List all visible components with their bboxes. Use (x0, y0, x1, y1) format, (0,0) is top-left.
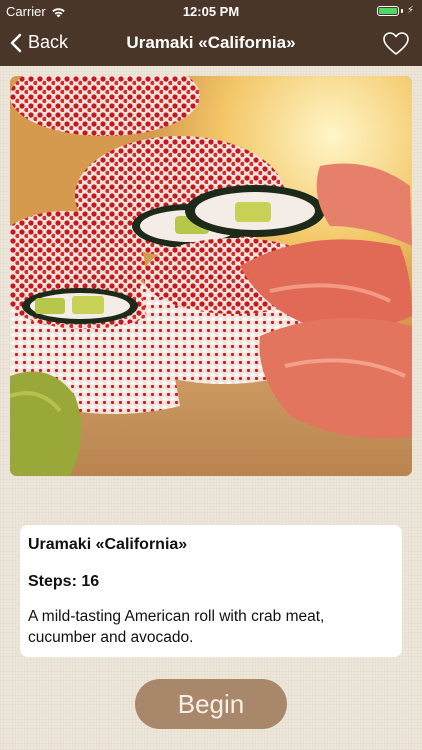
sushi-photo-illustration (10, 76, 412, 476)
charging-icon: ⚡ (406, 5, 414, 16)
recipe-photo (10, 76, 412, 476)
steps-count: Steps: 16 (28, 573, 100, 590)
begin-button[interactable]: Begin (135, 679, 287, 729)
battery-level (378, 7, 397, 14)
status-bar: Carrier 12:05 PM ⚡ (0, 0, 422, 22)
battery-icon: ⚡ (376, 5, 414, 16)
navigation-bar: Back Uramaki «California» (0, 22, 422, 66)
recipe-info-card: Uramaki «California» Steps: 16 A mild-ta… (20, 525, 402, 657)
status-time: 12:05 PM (182, 4, 240, 19)
recipe-name: Uramaki «California» (28, 536, 188, 553)
page-title: Uramaki «California» (126, 33, 296, 52)
heart-outline-icon (383, 32, 409, 55)
recipe-description: A mild-tasting American roll with crab m… (28, 608, 325, 646)
header: Carrier 12:05 PM ⚡ Back Uramaki «Califor… (0, 0, 422, 66)
favorite-button[interactable] (382, 31, 410, 57)
